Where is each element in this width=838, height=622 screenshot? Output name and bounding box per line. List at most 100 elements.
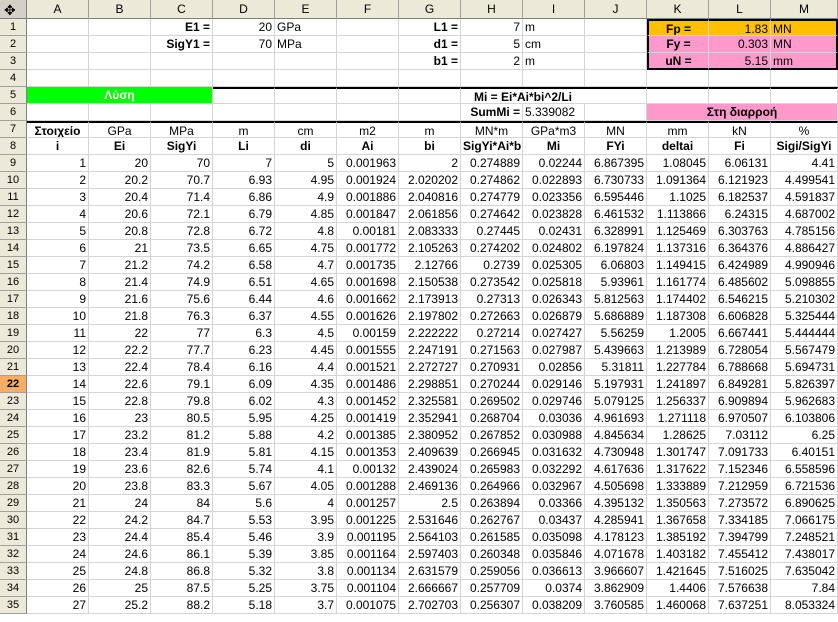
cell-M4[interactable]	[771, 70, 838, 87]
cell-K16[interactable]: 1.161774	[647, 274, 709, 291]
cell-B2[interactable]	[89, 36, 151, 53]
cell-H17[interactable]: 0.27313	[461, 291, 523, 308]
cell-K25[interactable]: 1.28625	[647, 427, 709, 444]
cell-J26[interactable]: 4.730948	[585, 444, 647, 461]
cell-M35[interactable]: 8.053324	[771, 597, 838, 614]
cell-A26[interactable]: 18	[27, 444, 89, 461]
cell-E18[interactable]: 4.55	[275, 308, 337, 325]
cell-H25[interactable]: 0.267852	[461, 427, 523, 444]
cell-D1[interactable]: 20	[213, 19, 275, 36]
cell-A35[interactable]: 27	[27, 597, 89, 614]
cell-H1[interactable]: 7	[461, 19, 523, 36]
cell-B19[interactable]: 22	[89, 325, 151, 342]
row-header-19[interactable]: 19	[0, 325, 27, 342]
cell-L21[interactable]: 6.788668	[709, 359, 771, 376]
cell-E26[interactable]: 4.15	[275, 444, 337, 461]
cell-G17[interactable]: 2.173913	[399, 291, 461, 308]
cell-C9[interactable]: 70	[151, 155, 213, 172]
cell-D34[interactable]: 5.25	[213, 580, 275, 597]
cell-A23[interactable]: 15	[27, 393, 89, 410]
cell-A11[interactable]: 3	[27, 189, 89, 206]
cell-K30[interactable]: 1.367658	[647, 512, 709, 529]
cell-K29[interactable]: 1.350563	[647, 495, 709, 512]
column-header-F[interactable]: F	[337, 0, 399, 19]
cell-A7[interactable]: Στοιχείο	[27, 121, 89, 138]
cell-C28[interactable]: 83.3	[151, 478, 213, 495]
cell-H28[interactable]: 0.264966	[461, 478, 523, 495]
cell-A22[interactable]: 14	[27, 376, 89, 393]
cell-I29[interactable]: 0.03366	[523, 495, 585, 512]
cell-M22[interactable]: 5.826397	[771, 376, 838, 393]
cell-J11[interactable]: 6.595446	[585, 189, 647, 206]
row-header-6[interactable]: 6	[0, 104, 27, 121]
cell-H33[interactable]: 0.259056	[461, 563, 523, 580]
cell-F15[interactable]: 0.001735	[337, 257, 399, 274]
cell-F22[interactable]: 0.001486	[337, 376, 399, 393]
cell-F11[interactable]: 0.001886	[337, 189, 399, 206]
cell-I30[interactable]: 0.03437	[523, 512, 585, 529]
cell-B26[interactable]: 23.4	[89, 444, 151, 461]
cell-M31[interactable]: 7.248521	[771, 529, 838, 546]
cell-A31[interactable]: 23	[27, 529, 89, 546]
cell-H12[interactable]: 0.274642	[461, 206, 523, 223]
cell-D2[interactable]: 70	[213, 36, 275, 53]
cell-H26[interactable]: 0.266945	[461, 444, 523, 461]
column-header-H[interactable]: H	[461, 0, 523, 19]
cell-I14[interactable]: 0.024802	[523, 240, 585, 257]
cell-H6[interactable]: SumMi =	[461, 104, 523, 121]
cell-B24[interactable]: 23	[89, 410, 151, 427]
cell-J35[interactable]: 3.760585	[585, 597, 647, 614]
cell-J25[interactable]: 4.845634	[585, 427, 647, 444]
cell-G11[interactable]: 2.040816	[399, 189, 461, 206]
cell-D18[interactable]: 6.37	[213, 308, 275, 325]
cell-F3[interactable]	[337, 53, 399, 70]
cell-M17[interactable]: 5.210302	[771, 291, 838, 308]
row-header-17[interactable]: 17	[0, 291, 27, 308]
cell-H8[interactable]: SigYi*Ai*bi	[461, 138, 523, 155]
column-header-C[interactable]: C	[151, 0, 213, 19]
cell-E1[interactable]: GPa	[275, 19, 337, 36]
cell-A2[interactable]	[27, 36, 89, 53]
cell-F18[interactable]: 0.001626	[337, 308, 399, 325]
row-header-12[interactable]: 12	[0, 206, 27, 223]
cell-L19[interactable]: 6.667441	[709, 325, 771, 342]
cell-B25[interactable]: 23.2	[89, 427, 151, 444]
cell-B20[interactable]: 22.2	[89, 342, 151, 359]
cell-L17[interactable]: 6.546215	[709, 291, 771, 308]
cell-H24[interactable]: 0.268704	[461, 410, 523, 427]
cell-H18[interactable]: 0.272663	[461, 308, 523, 325]
cell-H5[interactable]: Mi = Ei*Ai*bi^2/Li	[461, 87, 585, 104]
cell-H3[interactable]: 2	[461, 53, 523, 70]
cell-L9[interactable]: 6.06131	[709, 155, 771, 172]
cell-G8[interactable]: bi	[399, 138, 461, 155]
cell-H13[interactable]: 0.27445	[461, 223, 523, 240]
row-header-3[interactable]: 3	[0, 53, 27, 70]
cell-F34[interactable]: 0.001104	[337, 580, 399, 597]
cell-A33[interactable]: 25	[27, 563, 89, 580]
cell-G13[interactable]: 2.083333	[399, 223, 461, 240]
cell-A13[interactable]: 5	[27, 223, 89, 240]
cell-M5[interactable]	[771, 87, 838, 104]
cell-L22[interactable]: 6.849281	[709, 376, 771, 393]
cell-I9[interactable]: 0.02244	[523, 155, 585, 172]
cell-H14[interactable]: 0.274202	[461, 240, 523, 257]
cell-E33[interactable]: 3.8	[275, 563, 337, 580]
cell-C31[interactable]: 85.4	[151, 529, 213, 546]
cell-L3[interactable]: 5.15	[709, 53, 771, 70]
row-header-21[interactable]: 21	[0, 359, 27, 376]
cell-E5[interactable]	[275, 87, 337, 104]
cell-E11[interactable]: 4.9	[275, 189, 337, 206]
cell-H27[interactable]: 0.265983	[461, 461, 523, 478]
cell-E23[interactable]: 4.3	[275, 393, 337, 410]
column-header-L[interactable]: L	[709, 0, 771, 19]
cell-K20[interactable]: 1.213989	[647, 342, 709, 359]
cell-F26[interactable]: 0.001353	[337, 444, 399, 461]
column-header-K[interactable]: K	[647, 0, 709, 19]
cell-F21[interactable]: 0.001521	[337, 359, 399, 376]
cell-D6[interactable]	[213, 104, 275, 121]
cell-K5[interactable]	[647, 87, 709, 104]
cell-L28[interactable]: 7.212959	[709, 478, 771, 495]
cell-J30[interactable]: 4.285941	[585, 512, 647, 529]
cell-F25[interactable]: 0.001385	[337, 427, 399, 444]
cell-B8[interactable]: Ei	[89, 138, 151, 155]
